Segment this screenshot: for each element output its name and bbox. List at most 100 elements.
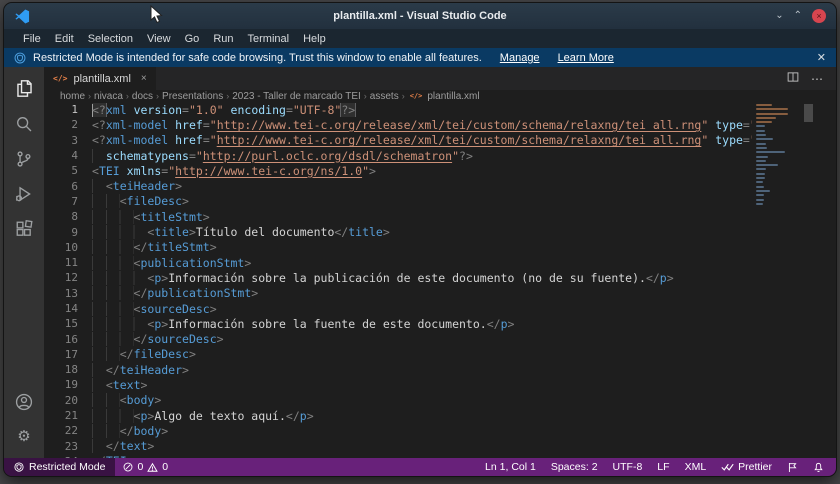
explorer-icon[interactable] (4, 71, 44, 106)
account-icon[interactable] (4, 384, 44, 419)
code-line[interactable]: 15 <p>Información sobre la fuente de est… (44, 316, 836, 331)
code-line[interactable]: 1<?xml version="1.0" encoding="UTF-8"?> (44, 102, 836, 117)
minimap-line (756, 134, 766, 136)
breadcrumb-item[interactable]: assets (370, 91, 399, 102)
code-line[interactable]: 12 <p>Información sobre la publicación d… (44, 270, 836, 285)
code-line[interactable]: 24</TEI> (44, 454, 836, 458)
breadcrumb-item[interactable]: plantilla.xml (427, 91, 479, 102)
line-content: </fileDesc> (92, 347, 752, 361)
code-line[interactable]: 13 </publicationStmt> (44, 286, 836, 301)
line-number: 10 (44, 241, 92, 254)
menu-item-run[interactable]: Run (206, 33, 240, 45)
code-line[interactable]: 20 <body> (44, 393, 836, 408)
status-item-xml[interactable]: XML (685, 461, 707, 473)
menu-item-selection[interactable]: Selection (81, 33, 140, 45)
flag-icon[interactable] (787, 462, 798, 473)
window-title: plantilla.xml - Visual Studio Code (4, 10, 836, 22)
breadcrumb-separator: › (364, 91, 367, 101)
code-line[interactable]: 21 <p>Algo de texto aquí.</p> (44, 408, 836, 423)
code-line[interactable]: 23 </text> (44, 439, 836, 454)
code-line[interactable]: 11 <publicationStmt> (44, 255, 836, 270)
minimize-button[interactable]: ⌄ (775, 11, 783, 21)
minimap-line (756, 160, 766, 162)
editor-scrollbar[interactable] (804, 104, 813, 122)
error-icon (123, 462, 133, 472)
line-number: 17 (44, 348, 92, 361)
line-content: <p>Información sobre la publicación de e… (92, 271, 752, 285)
code-line[interactable]: 8 <titleStmt> (44, 209, 836, 224)
tab-close-icon[interactable]: × (141, 73, 147, 84)
breadcrumb-separator: › (156, 91, 159, 101)
banner-link-learn-more[interactable]: Learn More (558, 52, 614, 64)
breadcrumb-item[interactable]: home (60, 91, 85, 102)
minimap-line (756, 147, 767, 149)
minimap[interactable] (756, 104, 802, 207)
code-line[interactable]: 22 </body> (44, 423, 836, 438)
problems-status[interactable]: 0 0 (115, 461, 176, 473)
code-line[interactable]: 7 <fileDesc> (44, 194, 836, 209)
close-window-button[interactable]: × (812, 9, 826, 23)
run-debug-icon[interactable] (4, 176, 44, 211)
line-content: </teiHeader> (92, 363, 752, 377)
banner-close-icon[interactable]: ✕ (817, 51, 826, 64)
menu-item-go[interactable]: Go (178, 33, 207, 45)
breadcrumb-item[interactable]: Presentations (162, 91, 223, 102)
minimap-line (756, 177, 765, 179)
line-number: 2 (44, 118, 92, 131)
status-item-spaces-2[interactable]: Spaces: 2 (551, 461, 598, 473)
code-line[interactable]: 3<?xml-model href="http://www.tei-c.org/… (44, 133, 836, 148)
code-line[interactable]: 6 <teiHeader> (44, 178, 836, 193)
settings-gear-icon[interactable]: ⚙ (4, 419, 44, 454)
tab-plantilla.xml[interactable]: </>plantilla.xml× (44, 67, 157, 90)
more-actions-icon[interactable]: ⋯ (811, 72, 824, 86)
menu-item-help[interactable]: Help (296, 33, 333, 45)
source-control-icon[interactable] (4, 141, 44, 176)
line-number: 5 (44, 164, 92, 177)
code-line[interactable]: 17 </fileDesc> (44, 347, 836, 362)
line-number: 23 (44, 440, 92, 453)
status-item-label: Spaces: 2 (551, 461, 598, 473)
code-line[interactable]: 2<?xml-model href="http://www.tei-c.org/… (44, 117, 836, 132)
status-bar: Restricted Mode 0 0 Ln 1, Col 1 Spaces: 2… (4, 458, 836, 476)
code-editor[interactable]: 1<?xml version="1.0" encoding="UTF-8"?>2… (44, 102, 836, 458)
code-line[interactable]: 16 </sourceDesc> (44, 331, 836, 346)
line-content: schematypens="http://purl.oclc.org/dsdl/… (92, 149, 752, 163)
status-item-ln-1-col-1[interactable]: Ln 1, Col 1 (485, 461, 536, 473)
menu-item-terminal[interactable]: Terminal (241, 33, 297, 45)
breadcrumb-item[interactable]: 2023 - Taller de marcado TEI (232, 91, 361, 102)
restricted-mode-status[interactable]: Restricted Mode (4, 458, 115, 476)
menu-item-edit[interactable]: Edit (48, 33, 81, 45)
code-line[interactable]: 10 </titleStmt> (44, 240, 836, 255)
code-line[interactable]: 14 <sourceDesc> (44, 301, 836, 316)
extensions-icon[interactable] (4, 211, 44, 246)
status-item-prettier[interactable]: Prettier (721, 461, 772, 473)
line-number: 14 (44, 302, 92, 315)
code-line[interactable]: 19 <text> (44, 377, 836, 392)
search-icon[interactable] (4, 106, 44, 141)
breadcrumb: home›nivaca›docs›Presentations›2023 - Ta… (44, 90, 836, 102)
breadcrumb-item[interactable]: docs (132, 91, 153, 102)
bell-icon[interactable] (813, 462, 824, 473)
code-line[interactable]: 4 schematypens="http://purl.oclc.org/dsd… (44, 148, 836, 163)
code-line[interactable]: 9 <title>Título del documento</title> (44, 224, 836, 239)
minimap-line (756, 164, 778, 166)
status-item-utf-8[interactable]: UTF-8 (613, 461, 643, 473)
split-editor-icon[interactable] (787, 70, 799, 88)
minimap-line (756, 168, 766, 170)
breadcrumb-item[interactable]: nivaca (94, 91, 123, 102)
minimap-line (756, 125, 765, 127)
minimap-line (756, 121, 772, 123)
menu-item-view[interactable]: View (140, 33, 178, 45)
line-number: 8 (44, 210, 92, 223)
line-content: <text> (92, 378, 752, 392)
menu-bar: FileEditSelectionViewGoRunTerminalHelp (4, 29, 836, 48)
status-item-lf[interactable]: LF (657, 461, 669, 473)
banner-link-manage[interactable]: Manage (500, 52, 540, 64)
maximize-button[interactable]: ⌃ (794, 11, 802, 21)
code-line[interactable]: 5<TEI xmlns="http://www.tei-c.org/ns/1.0… (44, 163, 836, 178)
breadcrumb-separator: › (126, 91, 129, 101)
tab-bar: </>plantilla.xml× ⋯ (44, 67, 836, 90)
code-line[interactable]: 18 </teiHeader> (44, 362, 836, 377)
menu-item-file[interactable]: File (16, 33, 48, 45)
minimap-line (756, 143, 766, 145)
